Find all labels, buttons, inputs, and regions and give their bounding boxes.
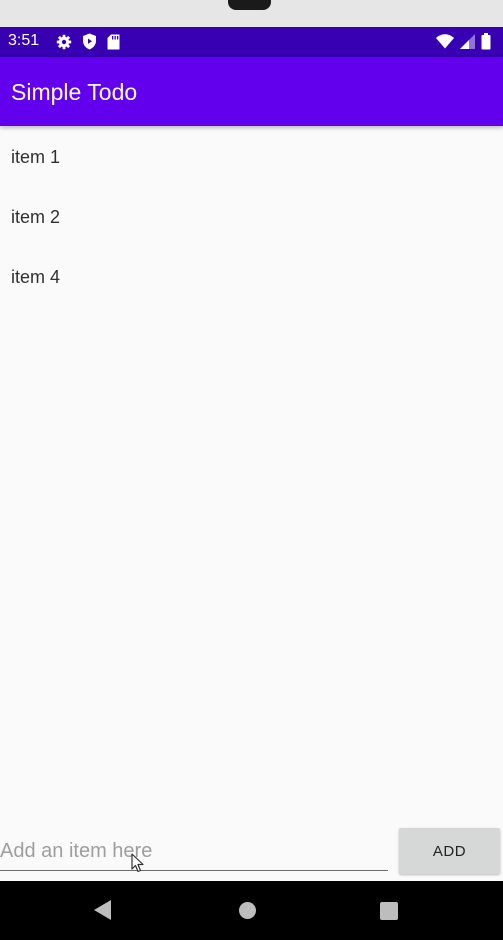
status-system-icons [436, 33, 491, 55]
app-title: Simple Todo [11, 79, 138, 105]
system-nav-bar [0, 881, 503, 940]
wifi-icon [436, 34, 454, 54]
status-bar: 3:51 [0, 27, 503, 57]
status-notification-icons [56, 33, 120, 55]
app-bar: Simple Todo [0, 57, 503, 126]
list-item[interactable]: item 4 [0, 247, 503, 307]
add-button[interactable]: ADD [399, 828, 500, 874]
back-icon[interactable] [94, 900, 111, 920]
list-item[interactable]: item 1 [0, 127, 503, 187]
device-top-bezel [0, 0, 503, 27]
home-icon[interactable] [239, 902, 256, 919]
shield-icon [82, 33, 97, 55]
recents-icon[interactable] [380, 902, 398, 920]
mouse-pointer-icon [131, 853, 145, 873]
status-time: 3:51 [8, 32, 40, 49]
gear-icon [56, 34, 72, 55]
add-item-bar: ADD [0, 820, 503, 880]
sd-card-icon [107, 34, 120, 55]
signal-icon [460, 34, 475, 54]
camera-notch [228, 0, 271, 10]
add-item-input[interactable] [0, 832, 388, 871]
battery-icon [481, 33, 491, 55]
list-item[interactable]: item 2 [0, 187, 503, 247]
todo-list[interactable]: item 1 item 2 item 4 [0, 127, 503, 307]
